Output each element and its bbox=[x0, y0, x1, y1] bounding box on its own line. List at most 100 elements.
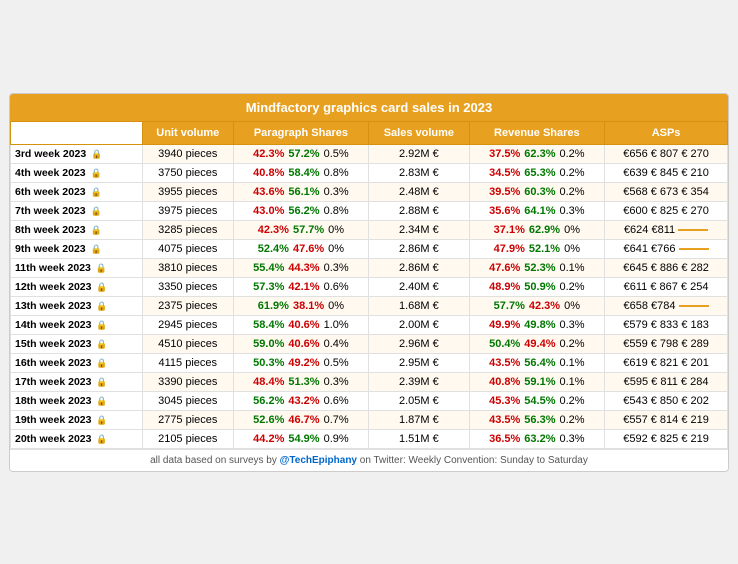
asps-cell: €543 € 850 € 202 bbox=[605, 391, 728, 410]
para-shares-cell: 52.6%46.7%0.7% bbox=[233, 410, 369, 429]
sales-volume-cell: 1.51M € bbox=[369, 429, 469, 448]
asps-cell: €619 € 821 € 201 bbox=[605, 353, 728, 372]
week-cell: 9th week 2023 🔒 bbox=[11, 239, 143, 258]
page-title: Mindfactory graphics card sales in 2023 bbox=[10, 94, 728, 121]
week-cell: 13th week 2023 🔒 bbox=[11, 296, 143, 315]
para-shares-cell: 43.6%56.1%0.3% bbox=[233, 182, 369, 201]
para-shares-cell: 59.0%40.6%0.4% bbox=[233, 334, 369, 353]
table-row: 20th week 2023 🔒2105 pieces44.2%54.9%0.9… bbox=[11, 429, 728, 448]
para-shares-cell: 50.3%49.2%0.5% bbox=[233, 353, 369, 372]
col-header-sales: Sales volume bbox=[369, 121, 469, 144]
unit-volume-cell: 3810 pieces bbox=[142, 258, 233, 277]
revenue-shares-cell: 57.7%42.3%0% bbox=[469, 296, 605, 315]
table-row: 8th week 2023 🔒3285 pieces42.3%57.7%0%2.… bbox=[11, 220, 728, 239]
revenue-shares-cell: 37.5%62.3%0.2% bbox=[469, 144, 605, 163]
revenue-shares-cell: 36.5%63.2%0.3% bbox=[469, 429, 605, 448]
sales-volume-cell: 2.40M € bbox=[369, 277, 469, 296]
week-cell: 16th week 2023 🔒 bbox=[11, 353, 143, 372]
para-shares-cell: 42.3%57.2%0.5% bbox=[233, 144, 369, 163]
sales-volume-cell: 2.86M € bbox=[369, 239, 469, 258]
col-header-asps: ASPs bbox=[605, 121, 728, 144]
revenue-shares-cell: 43.5%56.4%0.1% bbox=[469, 353, 605, 372]
revenue-shares-cell: 47.9%52.1%0% bbox=[469, 239, 605, 258]
unit-volume-cell: 3750 pieces bbox=[142, 163, 233, 182]
para-shares-cell: 57.3%42.1%0.6% bbox=[233, 277, 369, 296]
table-row: 16th week 2023 🔒4115 pieces50.3%49.2%0.5… bbox=[11, 353, 728, 372]
unit-volume-cell: 3045 pieces bbox=[142, 391, 233, 410]
revenue-shares-cell: 49.9%49.8%0.3% bbox=[469, 315, 605, 334]
table-row: 14th week 2023 🔒2945 pieces58.4%40.6%1.0… bbox=[11, 315, 728, 334]
asps-cell: €624 €811 bbox=[605, 220, 728, 239]
para-shares-cell: 56.2%43.2%0.6% bbox=[233, 391, 369, 410]
sales-volume-cell: 2.96M € bbox=[369, 334, 469, 353]
col-header-revenue: Revenue Shares bbox=[469, 121, 605, 144]
sales-volume-cell: 2.39M € bbox=[369, 372, 469, 391]
para-shares-cell: 40.8%58.4%0.8% bbox=[233, 163, 369, 182]
main-container: Mindfactory graphics card sales in 2023 … bbox=[9, 93, 729, 472]
revenue-shares-cell: 43.5%56.3%0.2% bbox=[469, 410, 605, 429]
table-row: 11th week 2023 🔒3810 pieces55.4%44.3%0.3… bbox=[11, 258, 728, 277]
asps-cell: €568 € 673 € 354 bbox=[605, 182, 728, 201]
twitter-handle: @TechEpiphany bbox=[280, 455, 357, 466]
asps-cell: €595 € 811 € 284 bbox=[605, 372, 728, 391]
week-cell: 12th week 2023 🔒 bbox=[11, 277, 143, 296]
week-cell: 11th week 2023 🔒 bbox=[11, 258, 143, 277]
asps-cell: €600 € 825 € 270 bbox=[605, 201, 728, 220]
unit-volume-cell: 4510 pieces bbox=[142, 334, 233, 353]
asps-cell: €557 € 814 € 219 bbox=[605, 410, 728, 429]
table-row: 6th week 2023 🔒3955 pieces43.6%56.1%0.3%… bbox=[11, 182, 728, 201]
para-shares-cell: 52.4%47.6%0% bbox=[233, 239, 369, 258]
data-table: Unit volume Paragraph Shares Sales volum… bbox=[10, 121, 728, 449]
sales-volume-cell: 2.86M € bbox=[369, 258, 469, 277]
table-row: 15th week 2023 🔒4510 pieces59.0%40.6%0.4… bbox=[11, 334, 728, 353]
para-shares-cell: 42.3%57.7%0% bbox=[233, 220, 369, 239]
asps-cell: €559 € 798 € 289 bbox=[605, 334, 728, 353]
week-cell: 19th week 2023 🔒 bbox=[11, 410, 143, 429]
unit-volume-cell: 4075 pieces bbox=[142, 239, 233, 258]
table-row: 7th week 2023 🔒3975 pieces43.0%56.2%0.8%… bbox=[11, 201, 728, 220]
asps-cell: €639 € 845 € 210 bbox=[605, 163, 728, 182]
table-row: 4th week 2023 🔒3750 pieces40.8%58.4%0.8%… bbox=[11, 163, 728, 182]
unit-volume-cell: 2375 pieces bbox=[142, 296, 233, 315]
sales-volume-cell: 2.00M € bbox=[369, 315, 469, 334]
sales-volume-cell: 2.95M € bbox=[369, 353, 469, 372]
para-shares-cell: 58.4%40.6%1.0% bbox=[233, 315, 369, 334]
week-cell: 4th week 2023 🔒 bbox=[11, 163, 143, 182]
week-cell: 20th week 2023 🔒 bbox=[11, 429, 143, 448]
table-row: 17th week 2023 🔒3390 pieces48.4%51.3%0.3… bbox=[11, 372, 728, 391]
para-shares-cell: 61.9%38.1%0% bbox=[233, 296, 369, 315]
asps-cell: €641 €766 bbox=[605, 239, 728, 258]
revenue-shares-cell: 50.4%49.4%0.2% bbox=[469, 334, 605, 353]
table-row: 12th week 2023 🔒3350 pieces57.3%42.1%0.6… bbox=[11, 277, 728, 296]
revenue-shares-cell: 45.3%54.5%0.2% bbox=[469, 391, 605, 410]
unit-volume-cell: 4115 pieces bbox=[142, 353, 233, 372]
para-shares-cell: 44.2%54.9%0.9% bbox=[233, 429, 369, 448]
week-cell: 15th week 2023 🔒 bbox=[11, 334, 143, 353]
col-header-unit: Unit volume bbox=[142, 121, 233, 144]
asps-cell: €579 € 833 € 183 bbox=[605, 315, 728, 334]
sales-volume-cell: 2.05M € bbox=[369, 391, 469, 410]
table-row: 3rd week 2023 🔒3940 pieces42.3%57.2%0.5%… bbox=[11, 144, 728, 163]
sales-volume-cell: 2.92M € bbox=[369, 144, 469, 163]
unit-volume-cell: 3975 pieces bbox=[142, 201, 233, 220]
revenue-shares-cell: 48.9%50.9%0.2% bbox=[469, 277, 605, 296]
unit-volume-cell: 2105 pieces bbox=[142, 429, 233, 448]
week-cell: 17th week 2023 🔒 bbox=[11, 372, 143, 391]
para-shares-cell: 55.4%44.3%0.3% bbox=[233, 258, 369, 277]
unit-volume-cell: 3940 pieces bbox=[142, 144, 233, 163]
asps-cell: €658 €784 bbox=[605, 296, 728, 315]
unit-volume-cell: 3350 pieces bbox=[142, 277, 233, 296]
week-cell: 6th week 2023 🔒 bbox=[11, 182, 143, 201]
sales-volume-cell: 2.83M € bbox=[369, 163, 469, 182]
para-shares-cell: 48.4%51.3%0.3% bbox=[233, 372, 369, 391]
revenue-shares-cell: 40.8%59.1%0.1% bbox=[469, 372, 605, 391]
asps-cell: €592 € 825 € 219 bbox=[605, 429, 728, 448]
unit-volume-cell: 3285 pieces bbox=[142, 220, 233, 239]
sales-volume-cell: 2.48M € bbox=[369, 182, 469, 201]
week-cell: 8th week 2023 🔒 bbox=[11, 220, 143, 239]
table-row: 18th week 2023 🔒3045 pieces56.2%43.2%0.6… bbox=[11, 391, 728, 410]
unit-volume-cell: 3955 pieces bbox=[142, 182, 233, 201]
week-cell: 18th week 2023 🔒 bbox=[11, 391, 143, 410]
sales-volume-cell: 1.68M € bbox=[369, 296, 469, 315]
col-header-week bbox=[11, 121, 143, 144]
